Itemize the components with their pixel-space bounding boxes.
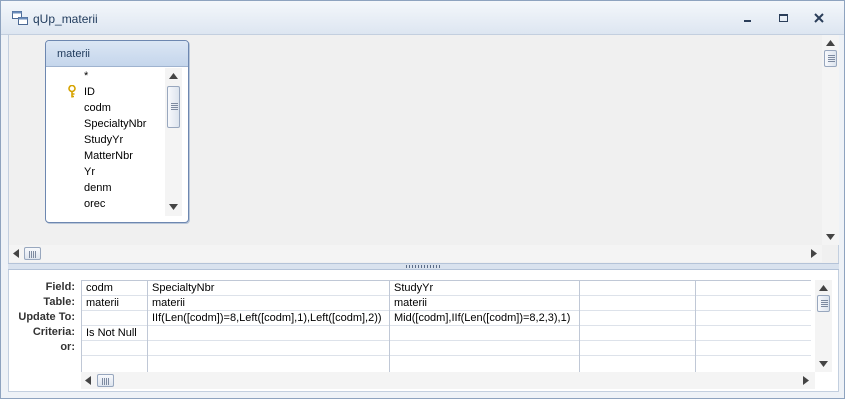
field-list[interactable]: * ID codm SpecialtyNbr StudyYr MatterNbr Yr den… [46, 68, 170, 216]
field-list-item[interactable]: denm [46, 180, 170, 196]
scroll-thumb[interactable] [824, 50, 837, 67]
query-icon [12, 11, 28, 25]
table-pane-horizontal-scrollbar[interactable] [9, 245, 822, 262]
scroll-thumb[interactable] [167, 86, 180, 128]
grid-column[interactable]: SpecialtyNbr materii IIf(Len([codm])=8,Lef… [148, 281, 390, 372]
scroll-down-icon[interactable] [819, 361, 828, 367]
table-field-list-materii[interactable]: materii * ID codm SpecialtyNbr StudyYr Matter… [45, 40, 189, 223]
grid-cell-update-to[interactable] [580, 311, 695, 326]
scroll-right-icon[interactable] [803, 376, 809, 385]
scroll-left-icon[interactable] [13, 249, 19, 258]
grid-horizontal-scrollbar[interactable] [81, 372, 815, 389]
scroll-right-icon[interactable] [811, 249, 817, 258]
scroll-left-icon[interactable] [85, 376, 91, 385]
field-name: * [84, 70, 89, 82]
grid-cell-or[interactable] [580, 341, 695, 356]
design-grid[interactable]: codm materii Is Not Null SpecialtyNbr materi… [81, 280, 811, 372]
field-name: StudyYr [84, 134, 124, 146]
table-pane-vertical-scrollbar[interactable] [822, 35, 839, 245]
grid-cell-field[interactable]: StudyYr [390, 281, 579, 296]
grid-column[interactable]: codm materii Is Not Null [82, 281, 148, 372]
field-list-item[interactable]: SpecialtyNbr [46, 116, 170, 132]
field-list-scrollbar[interactable] [165, 68, 182, 216]
pane-splitter[interactable] [8, 263, 839, 270]
grid-cell-or[interactable] [82, 341, 147, 356]
table-pane[interactable]: materii * ID codm SpecialtyNbr StudyYr Matter… [8, 35, 839, 263]
grid-cell-criteria[interactable]: Is Not Null [82, 326, 147, 341]
grid-cell-table[interactable]: materii [148, 296, 389, 311]
close-icon [814, 13, 824, 23]
query-design-window: qUp_materii materii * ID codm SpecialtyNbr S… [0, 0, 845, 399]
field-name: denm [84, 182, 112, 194]
scroll-up-icon[interactable] [169, 73, 178, 79]
row-label-field: Field: [45, 281, 75, 293]
field-list-item[interactable]: StudyYr [46, 132, 170, 148]
grid-cell-update-to[interactable] [696, 311, 811, 326]
grid-cell-criteria[interactable] [390, 326, 579, 341]
field-name: ID [84, 86, 95, 98]
scroll-up-icon[interactable] [819, 285, 828, 291]
minimize-icon [744, 20, 751, 22]
scroll-thumb[interactable] [817, 295, 830, 312]
grid-cell-update-to[interactable]: Mid([codm],IIf(Len([codm])=8,2,3),1) [390, 311, 579, 326]
scroll-down-icon[interactable] [826, 234, 835, 240]
window-title: qUp_materii [33, 12, 98, 26]
table-name[interactable]: materii [46, 41, 188, 67]
minimize-button[interactable] [736, 10, 758, 26]
grid-column[interactable]: StudyYr materii Mid([codm],IIf(Len([codm])… [390, 281, 580, 372]
field-name: codm [84, 102, 111, 114]
grid-cell-field[interactable] [696, 281, 811, 296]
grid-cell-field[interactable]: codm [82, 281, 147, 296]
scroll-thumb[interactable] [24, 247, 41, 260]
restore-icon [779, 14, 788, 22]
grid-cell-criteria[interactable] [148, 326, 389, 341]
scroll-down-icon[interactable] [169, 204, 178, 210]
row-label-table: Table: [43, 296, 75, 308]
grid-vertical-scrollbar[interactable] [815, 280, 832, 372]
grid-cell-or[interactable] [696, 341, 811, 356]
title-bar[interactable]: qUp_materii [1, 1, 844, 35]
grid-cell-table[interactable]: materii [82, 296, 147, 311]
field-list-item[interactable]: Yr [46, 164, 170, 180]
grid-cell-criteria[interactable] [580, 326, 695, 341]
grid-cell-criteria[interactable] [696, 326, 811, 341]
grid-cell-or[interactable] [390, 341, 579, 356]
field-list-item[interactable]: orec [46, 196, 170, 212]
grid-cell-table[interactable] [696, 296, 811, 311]
field-list-item[interactable]: ID [46, 84, 170, 100]
field-name: orec [84, 198, 106, 210]
grid-cell-table[interactable]: materii [390, 296, 579, 311]
field-list-item[interactable]: * [46, 68, 170, 84]
grid-cell-field[interactable]: SpecialtyNbr [148, 281, 389, 296]
primary-key-icon [68, 85, 76, 98]
row-label-criteria: Criteria: [32, 326, 75, 338]
grid-column[interactable] [696, 281, 811, 372]
field-name: Yr [84, 166, 95, 178]
field-list-item[interactable]: codm [46, 100, 170, 116]
design-grid-pane[interactable]: Field: Table: Update To: Criteria: or: c… [8, 270, 839, 392]
grid-cell-table[interactable] [580, 296, 695, 311]
grid-cell-update-to[interactable]: IIf(Len([codm])=8,Left([codm],1),Left([c… [148, 311, 389, 326]
grid-cell-or[interactable] [148, 341, 389, 356]
field-name: SpecialtyNbr [84, 118, 147, 130]
row-label-update-to: Update To: [18, 311, 75, 323]
scroll-up-icon[interactable] [826, 40, 835, 46]
field-list-item[interactable]: MatterNbr [46, 148, 170, 164]
grid-row-labels: Field: Table: Update To: Criteria: or: [9, 280, 81, 355]
splitter-grip-icon[interactable] [406, 265, 442, 268]
close-button[interactable] [808, 10, 830, 26]
restore-button[interactable] [772, 10, 794, 26]
grid-column[interactable] [580, 281, 696, 372]
grid-cell-update-to[interactable] [82, 311, 147, 326]
field-name: MatterNbr [84, 150, 133, 162]
row-label-or: or: [60, 341, 75, 353]
scroll-thumb[interactable] [97, 374, 114, 387]
grid-cell-field[interactable] [580, 281, 695, 296]
